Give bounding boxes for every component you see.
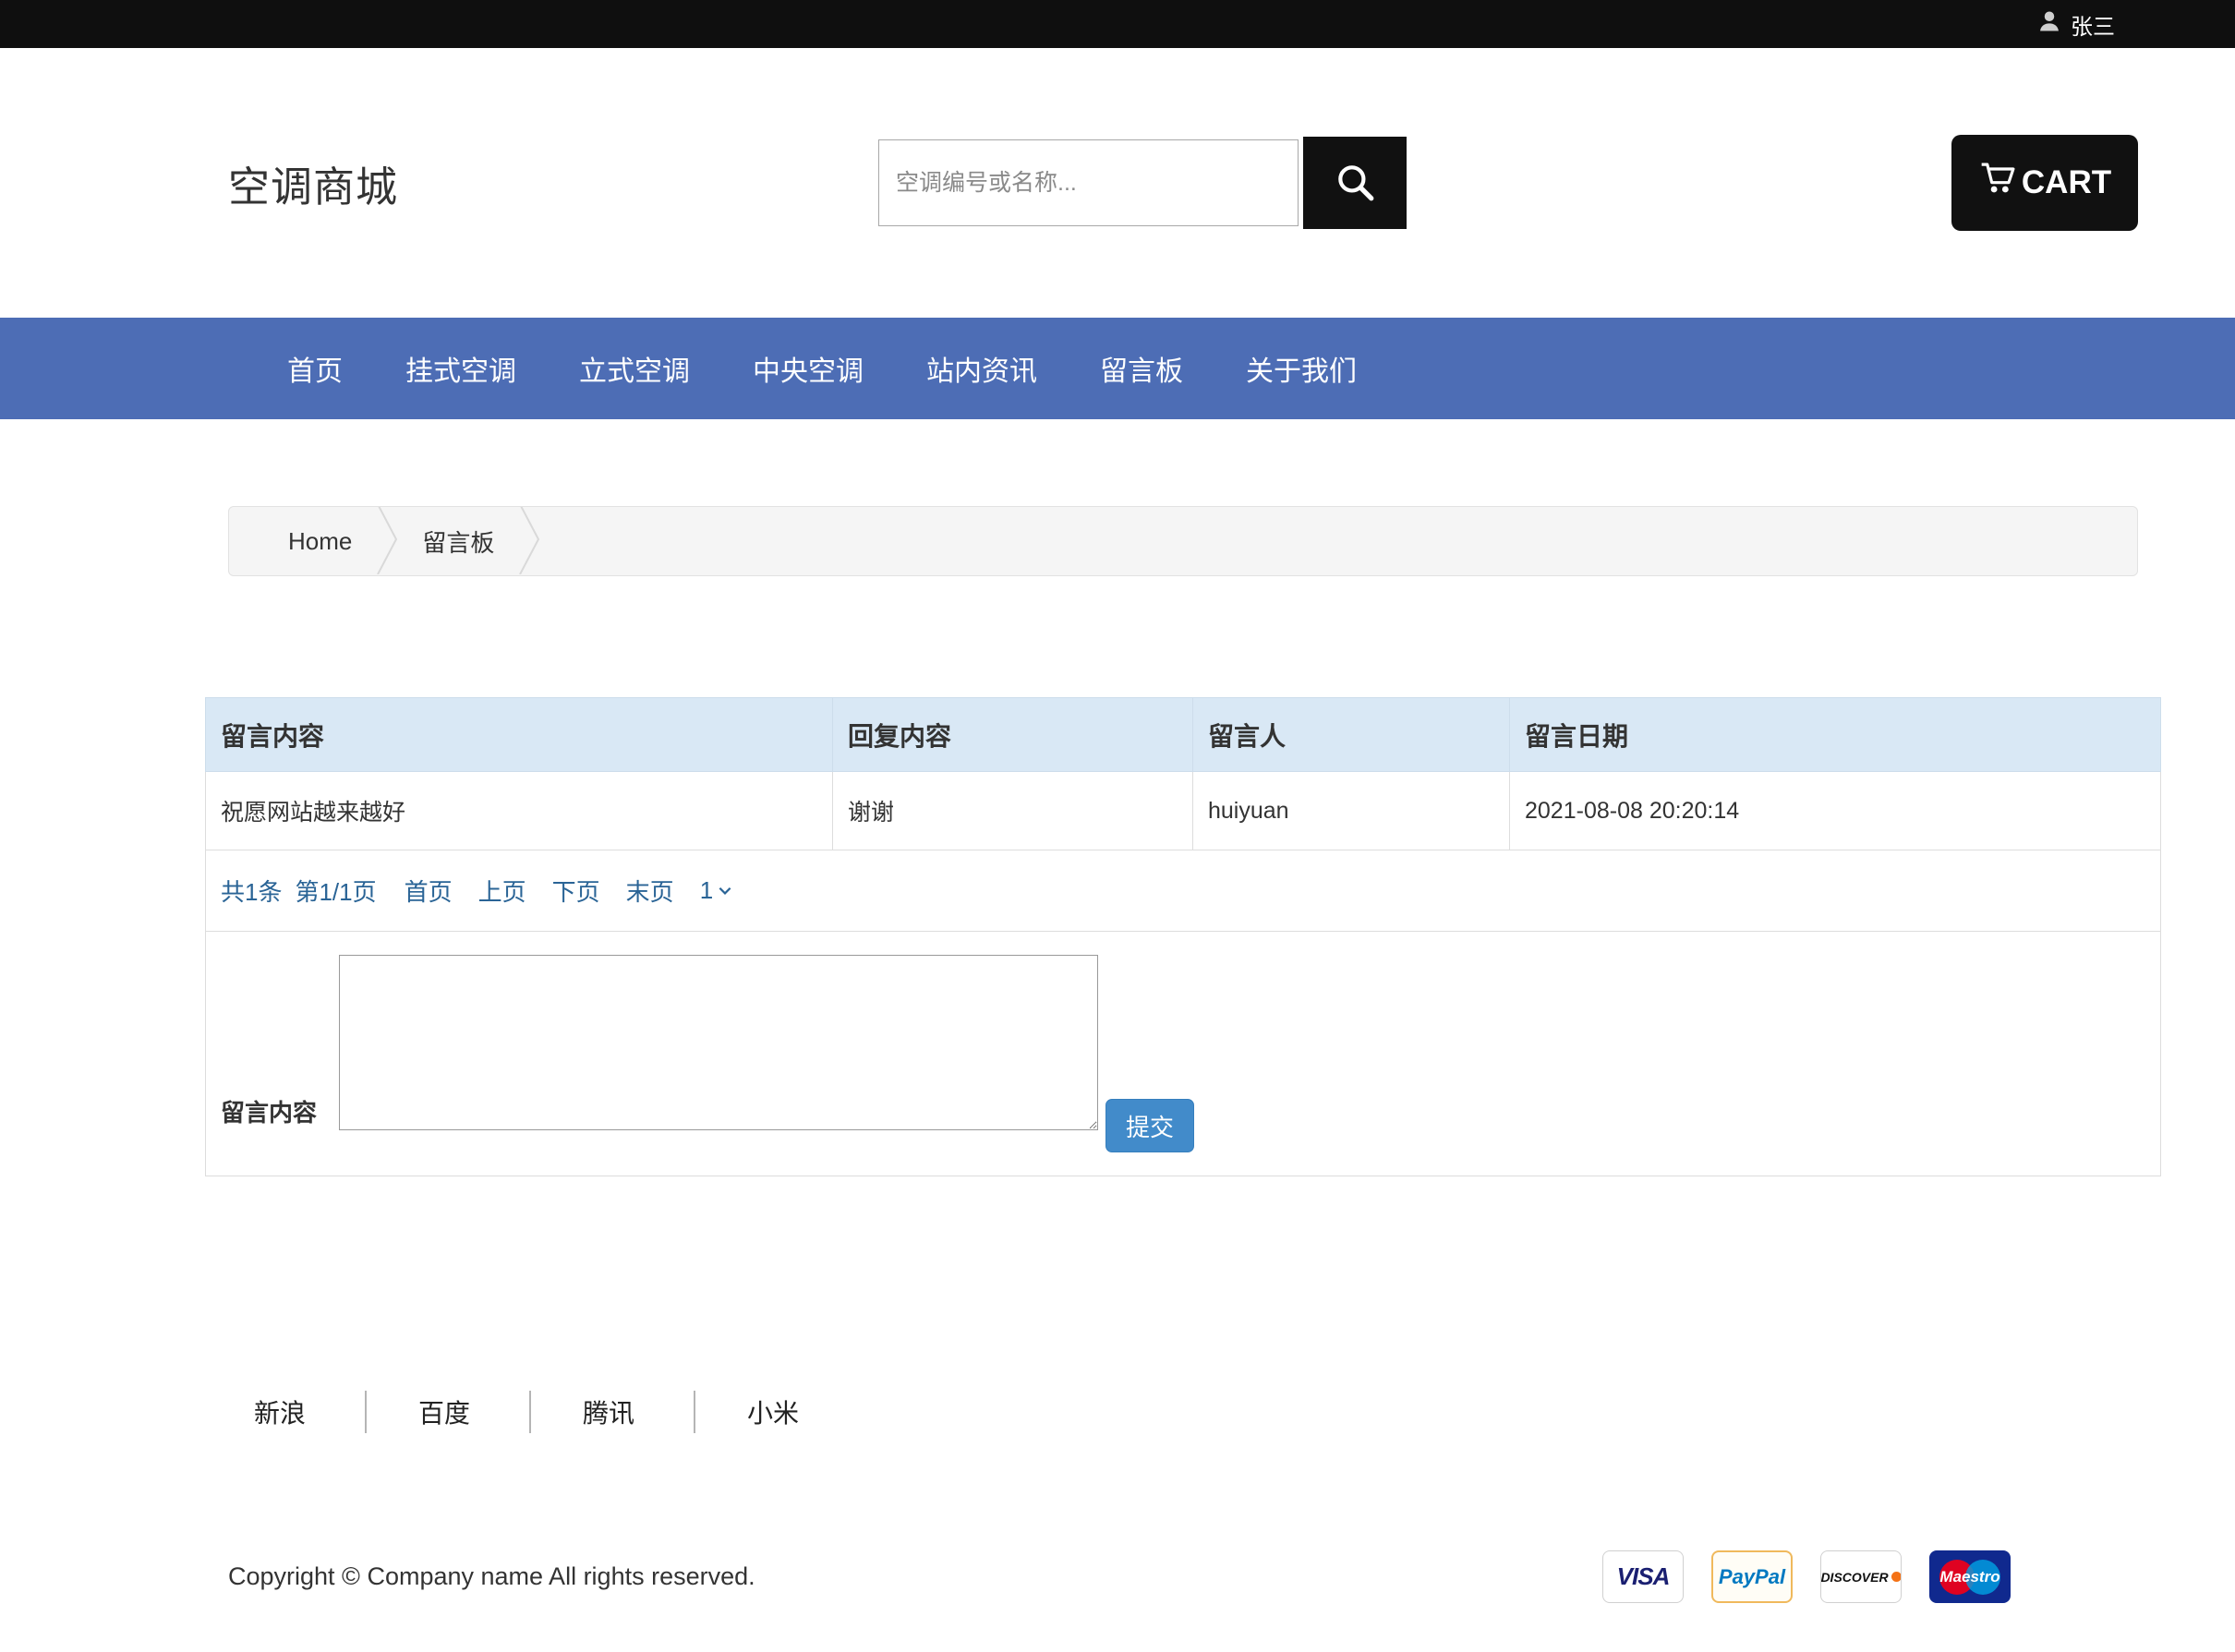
chevron-down-icon [717, 876, 733, 905]
maestro-label: Maestro [1939, 1568, 1999, 1586]
discover-icon: DISCOVER [1820, 1550, 1902, 1603]
col-header-reply: 回复内容 [833, 698, 1193, 772]
cell-reply: 谢谢 [833, 772, 1193, 850]
topbar: 张三 [0, 0, 2235, 48]
message-table: 留言内容 回复内容 留言人 留言日期 祝愿网站越来越好 谢谢 huiyuan 2… [205, 697, 2161, 850]
pagination-last[interactable]: 末页 [626, 874, 674, 908]
nav-item-home[interactable]: 首页 [274, 348, 356, 389]
search-bar [878, 137, 1407, 229]
site-title[interactable]: 空调商城 [228, 153, 398, 213]
message-board-panel: 留言内容 回复内容 留言人 留言日期 祝愿网站越来越好 谢谢 huiyuan 2… [205, 697, 2161, 1176]
user-menu[interactable]: 张三 [2036, 8, 2115, 41]
divider [694, 1391, 695, 1433]
visa-label: VISA [1617, 1562, 1670, 1591]
discover-dot [1891, 1572, 1902, 1582]
divider [529, 1391, 531, 1433]
message-textarea[interactable] [339, 955, 1098, 1130]
chevron-right-icon [376, 506, 398, 576]
pagination-total: 共1条 [221, 874, 282, 908]
nav-item-about[interactable]: 关于我们 [1233, 348, 1370, 389]
pagination-first[interactable]: 首页 [405, 874, 453, 908]
cart-button[interactable]: CART [1951, 135, 2138, 231]
cell-author: huiyuan [1193, 772, 1510, 850]
link-tencent[interactable]: 腾讯 [583, 1393, 634, 1430]
link-xiaomi[interactable]: 小米 [747, 1393, 799, 1430]
nav-item-news[interactable]: 站内资讯 [913, 348, 1050, 389]
site-header: 空调商城 CART [0, 48, 2235, 318]
user-icon [2036, 8, 2062, 41]
search-button[interactable] [1303, 137, 1407, 229]
cart-label: CART [2022, 164, 2111, 201]
search-input[interactable] [878, 139, 1299, 226]
nav-item-floor-ac[interactable]: 立式空调 [566, 348, 703, 389]
pagination-prev[interactable]: 上页 [478, 874, 526, 908]
cart-icon [1978, 159, 2019, 208]
pagination: 共1条 第1/1页 首页 上页 下页 末页 1 [205, 850, 2161, 932]
paypal-icon: PayPal [1711, 1550, 1793, 1603]
col-header-date: 留言日期 [1510, 698, 2161, 772]
breadcrumb: Home 留言板 [228, 506, 2138, 576]
friend-links: 新浪 百度 腾讯 小米 [228, 1389, 2138, 1435]
link-sina[interactable]: 新浪 [254, 1393, 306, 1430]
message-label: 留言内容 [221, 1094, 317, 1128]
page-select[interactable]: 1 [700, 876, 733, 905]
col-header-author: 留言人 [1193, 698, 1510, 772]
cell-message: 祝愿网站越来越好 [206, 772, 833, 850]
footer: Copyright © Company name All rights rese… [228, 1550, 2138, 1603]
pagination-page-info: 第1/1页 [295, 874, 376, 908]
nav-item-message-board[interactable]: 留言板 [1087, 348, 1196, 389]
breadcrumb-home[interactable]: Home [288, 527, 352, 556]
nav-item-central-ac[interactable]: 中央空调 [740, 348, 876, 389]
payment-icons: VISA PayPal DISCOVER Maestro [1602, 1550, 2011, 1603]
divider [365, 1391, 367, 1433]
nav-item-wall-ac[interactable]: 挂式空调 [393, 348, 529, 389]
table-row: 祝愿网站越来越好 谢谢 huiyuan 2021-08-08 20:20:14 [206, 772, 2161, 850]
username: 张三 [2071, 8, 2115, 41]
paypal-label: PayPal [1719, 1565, 1785, 1589]
submit-button[interactable]: 提交 [1105, 1099, 1194, 1152]
chevron-right-icon [518, 506, 540, 576]
col-header-message: 留言内容 [206, 698, 833, 772]
visa-icon: VISA [1602, 1550, 1684, 1603]
breadcrumb-current: 留言板 [422, 525, 494, 559]
link-baidu[interactable]: 百度 [418, 1393, 470, 1430]
message-form: 留言内容 提交 [205, 932, 2161, 1176]
cell-date: 2021-08-08 20:20:14 [1510, 772, 2161, 850]
copyright: Copyright © Company name All rights rese… [228, 1562, 755, 1591]
maestro-icon: Maestro [1929, 1550, 2011, 1603]
search-icon [1334, 161, 1376, 206]
pagination-next[interactable]: 下页 [552, 874, 600, 908]
discover-label: DISCOVER [1820, 1570, 1888, 1585]
table-header-row: 留言内容 回复内容 留言人 留言日期 [206, 698, 2161, 772]
main-nav: 首页 挂式空调 立式空调 中央空调 站内资讯 留言板 关于我们 [0, 318, 2235, 419]
page-select-value: 1 [700, 876, 713, 905]
